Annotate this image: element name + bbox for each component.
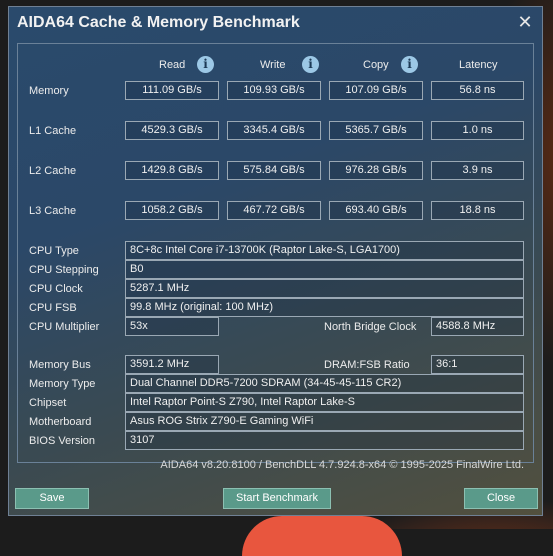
column-header-read: Read [159, 59, 186, 71]
cpu-fsb-value: 99.8 MHz (original: 100 MHz) [125, 298, 524, 317]
bios-version-value: 3107 [125, 431, 524, 450]
column-header-copy: Copy [363, 59, 389, 71]
l1-read-value: 4529.3 GB/s [125, 121, 219, 140]
chipset-label: Chipset [29, 397, 67, 409]
benchmark-window: AIDA64 Cache & Memory Benchmark ✕ Read i… [8, 6, 543, 516]
l2-write-value: 575.84 GB/s [227, 161, 321, 180]
l2-copy-value: 976.28 GB/s [329, 161, 423, 180]
chipset-value: Intel Raptor Point-S Z790, Intel Raptor … [125, 393, 524, 412]
cpu-multiplier-label: CPU Multiplier [29, 321, 100, 333]
save-button[interactable]: Save [15, 488, 89, 509]
dram-fsb-ratio-value: 36:1 [431, 355, 524, 374]
version-footer: AIDA64 v8.20.8100 / BenchDLL 4.7.924.8-x… [160, 459, 524, 471]
l2-read-value: 1429.8 GB/s [125, 161, 219, 180]
close-icon[interactable]: ✕ [513, 11, 537, 35]
row-label-l1-cache: L1 Cache [29, 125, 77, 137]
memory-write-value: 109.93 GB/s [227, 81, 321, 100]
l3-latency-value: 18.8 ns [431, 201, 524, 220]
dram-fsb-ratio-label: DRAM:FSB Ratio [324, 359, 410, 371]
memory-latency-value: 56.8 ns [431, 81, 524, 100]
desktop-decoration [242, 516, 402, 556]
motherboard-label: Motherboard [29, 416, 92, 428]
memory-type-label: Memory Type [29, 378, 96, 390]
cpu-stepping-label: CPU Stepping [29, 264, 99, 276]
start-benchmark-button[interactable]: Start Benchmark [223, 488, 331, 509]
write-info-icon[interactable]: i [302, 56, 319, 73]
cpu-clock-label: CPU Clock [29, 283, 83, 295]
bios-version-label: BIOS Version [29, 435, 96, 447]
row-label-l2-cache: L2 Cache [29, 165, 77, 177]
read-info-icon[interactable]: i [197, 56, 214, 73]
memory-bus-label: Memory Bus [29, 359, 91, 371]
memory-copy-value: 107.09 GB/s [329, 81, 423, 100]
cpu-type-value: 8C+8c Intel Core i7-13700K (Raptor Lake-… [125, 241, 524, 260]
north-bridge-clock-value: 4588.8 MHz [431, 317, 524, 336]
window-title: AIDA64 Cache & Memory Benchmark [17, 14, 300, 31]
l3-write-value: 467.72 GB/s [227, 201, 321, 220]
cpu-stepping-value: B0 [125, 260, 524, 279]
column-header-write: Write [260, 59, 286, 71]
l2-latency-value: 3.9 ns [431, 161, 524, 180]
copy-info-icon[interactable]: i [401, 56, 418, 73]
l3-copy-value: 693.40 GB/s [329, 201, 423, 220]
cpu-type-label: CPU Type [29, 245, 79, 257]
memory-bus-value: 3591.2 MHz [125, 355, 219, 374]
motherboard-value: Asus ROG Strix Z790-E Gaming WiFi [125, 412, 524, 431]
l1-copy-value: 5365.7 GB/s [329, 121, 423, 140]
row-label-memory: Memory [29, 85, 69, 97]
l3-read-value: 1058.2 GB/s [125, 201, 219, 220]
l1-write-value: 3345.4 GB/s [227, 121, 321, 140]
column-header-latency: Latency [459, 59, 498, 71]
cpu-fsb-label: CPU FSB [29, 302, 77, 314]
memory-read-value: 111.09 GB/s [125, 81, 219, 100]
memory-type-value: Dual Channel DDR5-7200 SDRAM (34-45-45-1… [125, 374, 524, 393]
cpu-clock-value: 5287.1 MHz [125, 279, 524, 298]
north-bridge-clock-label: North Bridge Clock [324, 321, 417, 333]
row-label-l3-cache: L3 Cache [29, 205, 77, 217]
cpu-multiplier-value: 53x [125, 317, 219, 336]
l1-latency-value: 1.0 ns [431, 121, 524, 140]
close-button[interactable]: Close [464, 488, 538, 509]
